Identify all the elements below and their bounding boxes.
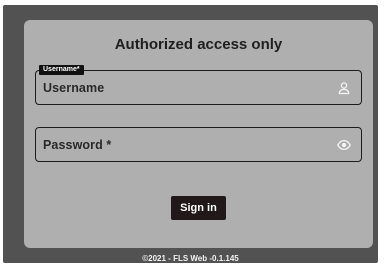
person-icon — [338, 82, 350, 95]
username-value[interactable]: Username — [43, 81, 104, 95]
page-frame: Authorized access only Username* Usernam… — [3, 5, 378, 263]
sign-in-button[interactable]: Sign in — [171, 196, 226, 220]
login-card: Authorized access only Username* Usernam… — [24, 20, 373, 248]
login-title: Authorized access only — [114, 36, 283, 53]
footer-version: ©2021 - FLS Web -0.1.145 — [142, 254, 239, 263]
password-field[interactable]: Password * — [35, 127, 362, 162]
username-floating-label: Username* — [39, 65, 84, 75]
username-field[interactable]: Username* Username — [35, 65, 362, 105]
eye-icon[interactable] — [337, 138, 351, 152]
password-placeholder[interactable]: Password * — [43, 138, 111, 152]
